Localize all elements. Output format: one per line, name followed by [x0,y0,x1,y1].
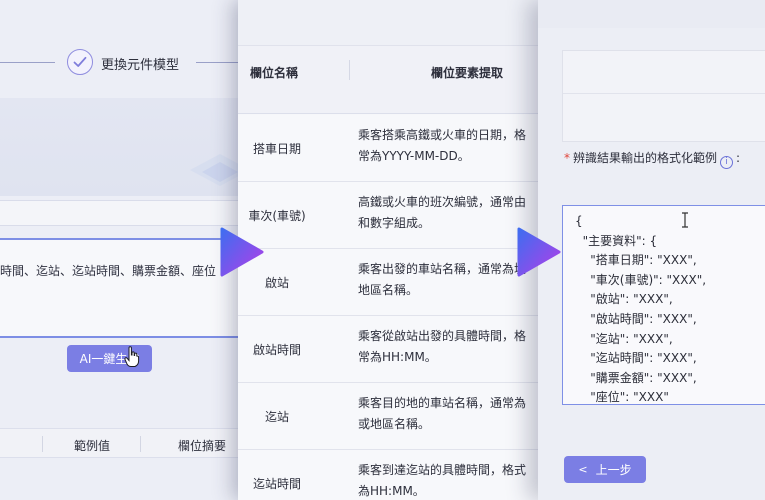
play-arrow-icon [220,227,264,277]
column-header-summary: 欄位摘要 [178,439,227,453]
column-divider [349,60,350,80]
fields-textarea-value: 時間、迄站、迄站時間、購票金額、座位 [0,264,217,278]
hand-cursor-icon [124,346,140,367]
example-table-header: 範例值 欄位摘要 [0,428,265,458]
field-description: 乘客到達迄站的具體時間，格式 為HH:MM。 [358,463,527,498]
field-description: 高鐵或火車的班次編號，通常由 和數字組成。 [358,195,527,230]
table-row: 啟站時間 乘客從啟站出發的具體時間，格 常為HH:MM。 [238,316,540,383]
text-cursor-icon [682,212,688,228]
text-field[interactable] [0,200,265,226]
table-row: 迄站時間 乘客到達迄站的具體時間，格式 為HH:MM。 [238,450,540,500]
chevron-left-icon: < [578,463,588,476]
table-row: 迄站 乘客目的地的車站名稱，通常為 或地區名稱。 [238,383,540,450]
previous-step-label: 上一步 [595,463,632,477]
step-label: 更換元件模型 [101,58,180,73]
field-description: 乘客搭乘高鐵或火車的日期，格 常為YYYY-MM-DD。 [358,128,527,163]
format-example-editor[interactable]: { "主要資料": { "搭車日期": "XXX", "車次(車號)": "XX… [562,205,765,405]
panel-top-bar [538,0,765,28]
format-example-panel: * 辨識結果輸出的格式化範例 i: { "主要資料": { "搭車日期": "XXX… [538,0,765,500]
table-row: 搭車日期 乘客搭乘高鐵或火車的日期，格 常為YYYY-MM-DD。 [238,115,540,182]
field-description: 乘客目的地的車站名稱，通常為 或地區名稱。 [358,396,527,431]
column-divider [140,436,141,452]
column-divider [42,436,43,452]
format-example-label: * 辨識結果輸出的格式化範例 i: [564,149,740,169]
stepper: 更換元件模型 [0,46,265,80]
column-header-example: 範例值 [74,439,111,453]
format-example-label-text: 辨識結果輸出的格式化範例 [573,151,718,165]
table-row: 車次(車號) 高鐵或火車的班次編號，通常由 和數字組成。 [238,182,540,249]
column-header-extraction: 欄位要素提取 [431,66,504,80]
divider [563,93,765,94]
column-header-field-name: 欄位名稱 [250,66,299,80]
stepper-line [0,62,55,63]
required-mark: * [564,151,570,165]
play-arrow-icon [517,227,561,277]
label-colon: : [736,151,741,165]
info-icon[interactable]: i [720,156,734,169]
format-example-code: { "主要資料": { "搭車日期": "XXX", "車次(車號)": "XX… [575,214,707,405]
step-completed-check-icon [67,49,93,75]
field-name: 迄站時間 [252,476,301,491]
field-name: 迄站 [264,409,289,424]
field-table-panel: 欄位名稱 欄位要素提取 搭車日期 乘客搭乘高鐵或火車的日期，格 常為YYYY-M… [238,0,540,500]
previous-step-button[interactable]: < 上一步 [564,456,646,483]
field-name: 搭車日期 [252,141,301,156]
panel-top-bar [238,0,540,46]
input-box[interactable] [562,50,765,142]
field-name: 啟站時間 [252,342,301,357]
field-description: 乘客出發的車站名稱，通常為城 地區名稱。 [358,262,527,297]
field-table-header: 欄位名稱 欄位要素提取 [238,46,540,114]
field-description: 乘客從啟站出發的具體時間，格 常為HH:MM。 [358,329,527,364]
table-row: 啟站 乘客出發的車站名稱，通常為城 地區名稱。 [238,249,540,316]
